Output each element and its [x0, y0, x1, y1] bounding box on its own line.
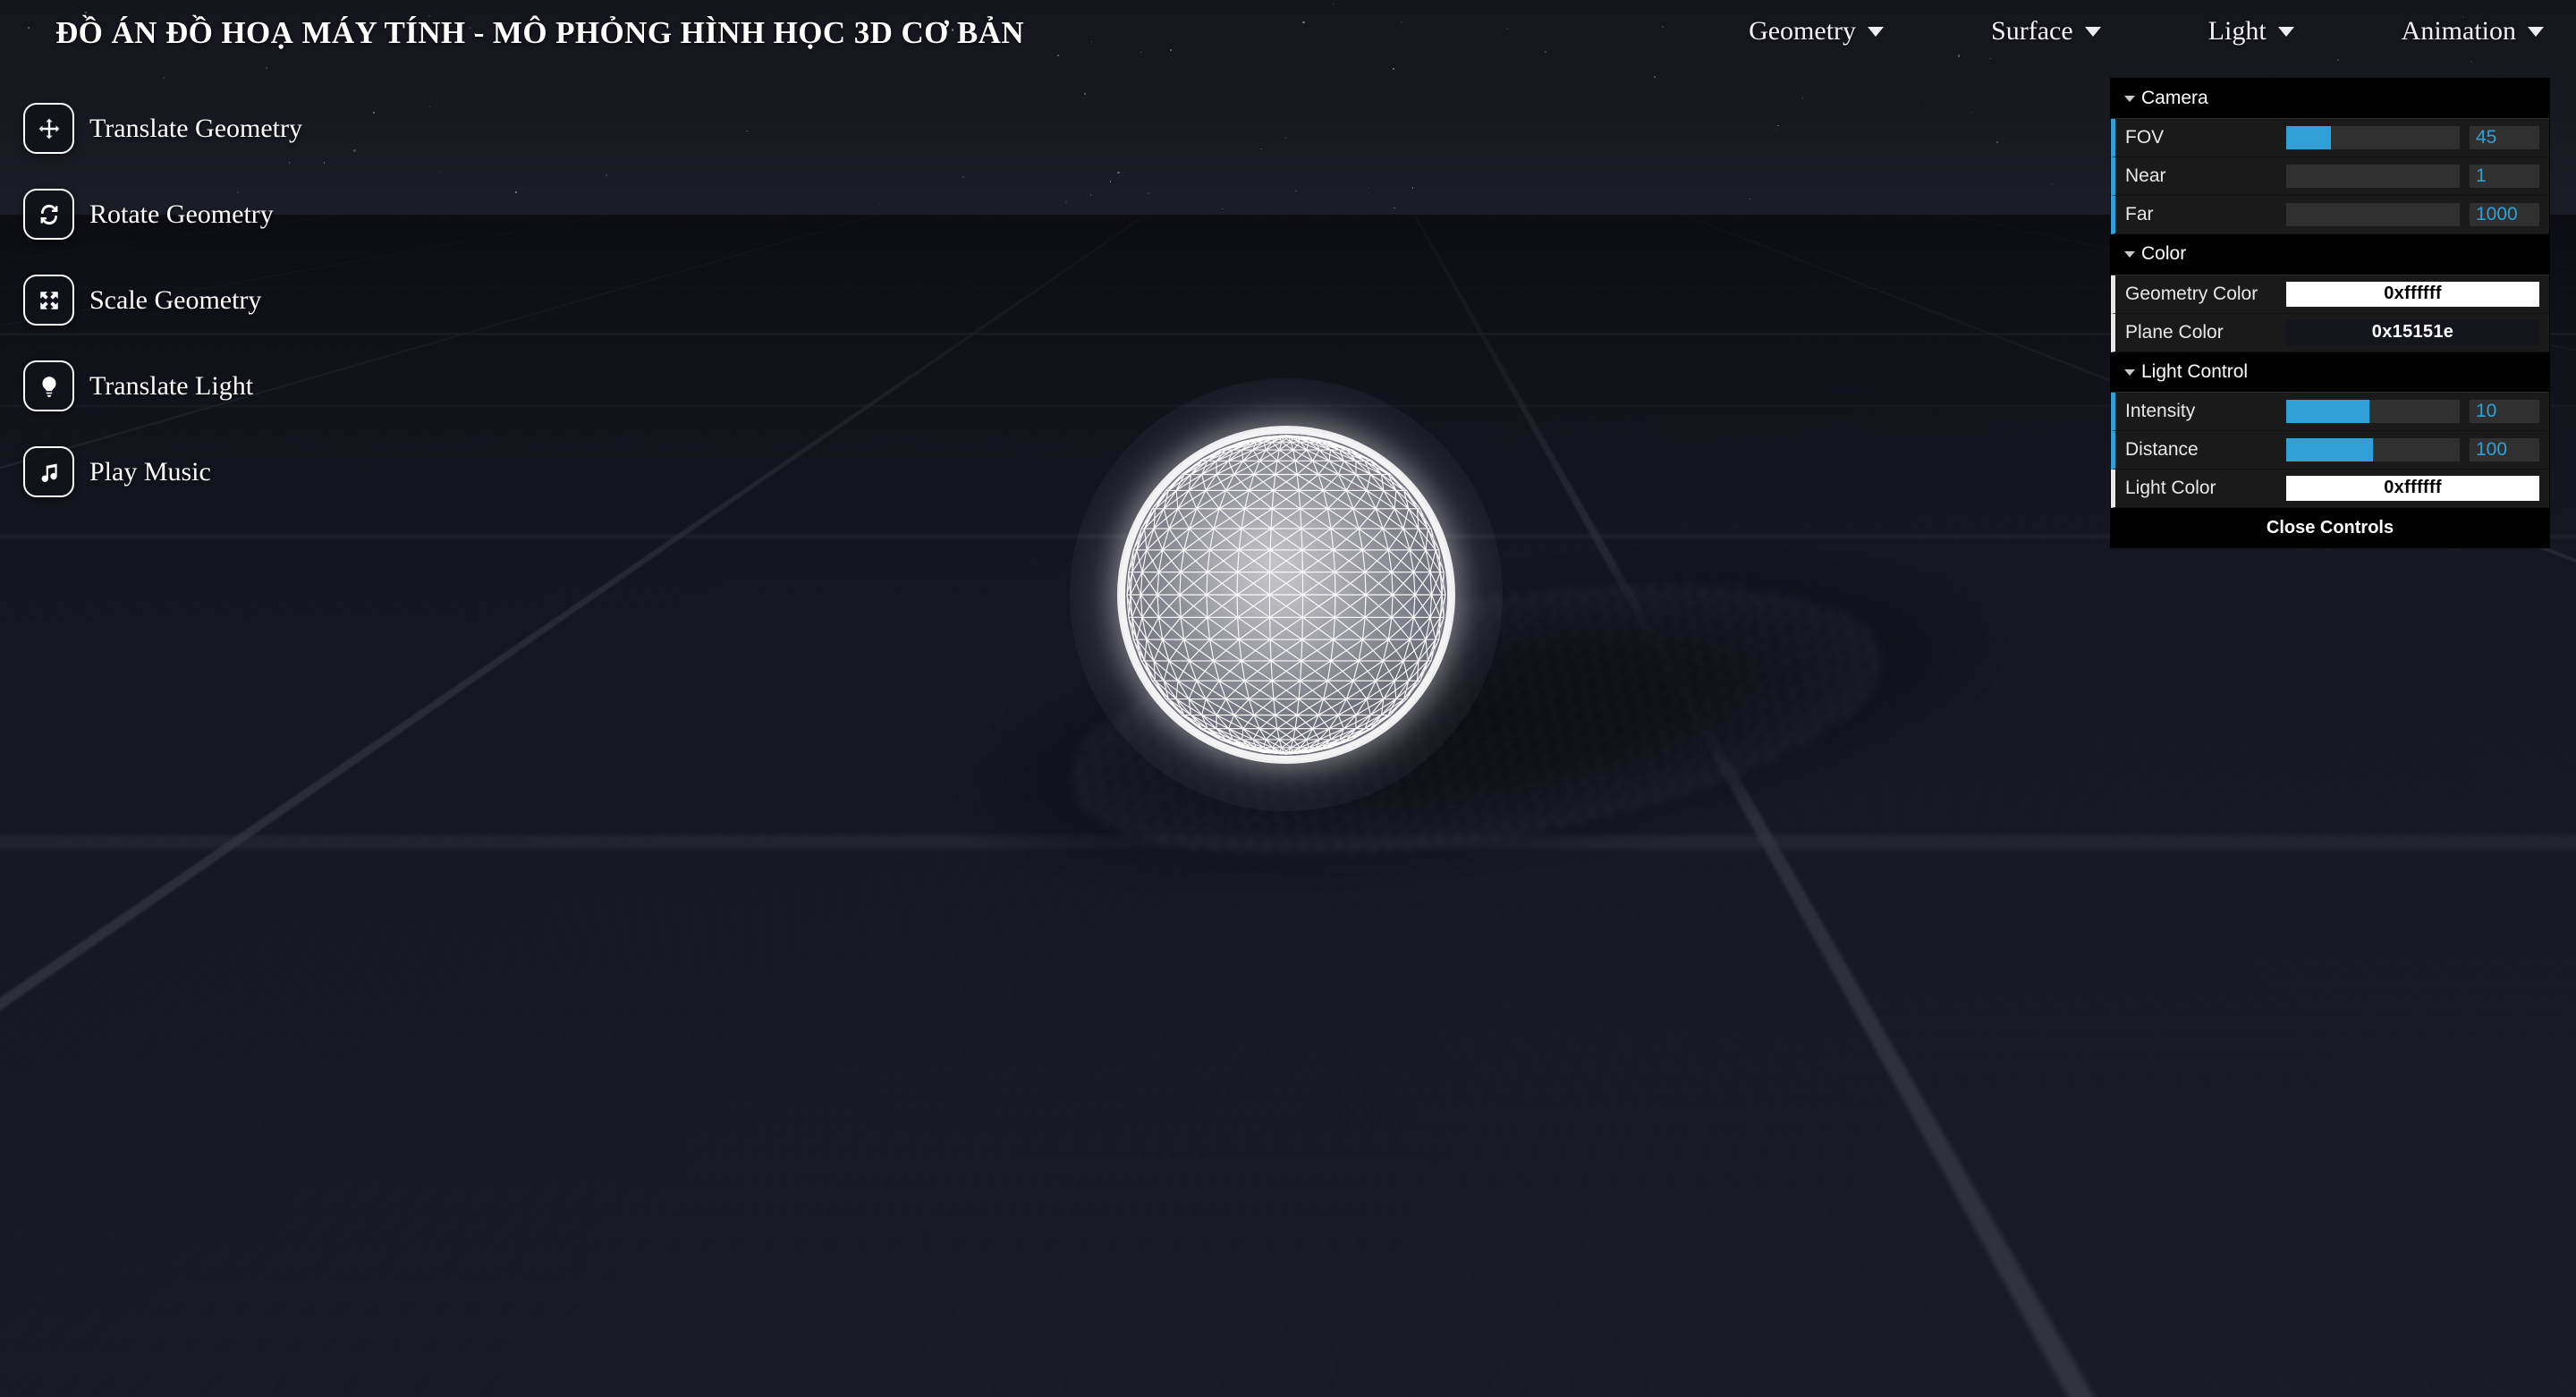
gui-value-fov[interactable]: 45 [2470, 126, 2539, 150]
gui-color-light-color[interactable]: 0xffffff [2286, 475, 2539, 501]
star [1284, 138, 1286, 139]
menu-item-label: Geometry [1749, 16, 1857, 46]
star [1411, 187, 1414, 189]
gui-row-distance[interactable]: Distance 100 [2111, 430, 2549, 470]
gui-value-far[interactable]: 1000 [2470, 203, 2539, 227]
chevron-down-icon [2528, 26, 2544, 37]
refresh-rotate-icon[interactable] [23, 189, 74, 240]
gui-slider-intensity[interactable] [2286, 399, 2460, 423]
gui-label: Near [2125, 165, 2166, 187]
gui-value-intensity[interactable]: 10 [2470, 399, 2539, 423]
gui-row-fov[interactable]: FOV 45 [2111, 119, 2549, 158]
close-controls-button[interactable]: Close Controls [2111, 507, 2549, 547]
gui-slider-far[interactable] [2286, 203, 2460, 227]
music-note-icon[interactable] [23, 446, 74, 497]
star [1302, 21, 1305, 24]
gui-row-geometry-color[interactable]: Geometry Color 0xffffff [2111, 275, 2549, 314]
star [1393, 68, 1394, 70]
tool-scale-geometry[interactable]: Scale Geometry [23, 275, 302, 326]
chevron-down-icon [2124, 251, 2135, 258]
star [1083, 92, 1086, 95]
gui-label: Distance [2125, 438, 2199, 460]
gui-folder-label: Camera [2141, 88, 2208, 108]
gui-slider-fov[interactable] [2286, 126, 2460, 150]
chevron-down-icon [2124, 368, 2135, 376]
sphere-rim-highlight [1117, 426, 1455, 764]
menu-item-geometry[interactable]: Geometry [1749, 13, 1885, 50]
menu-item-label: Light [2207, 16, 2267, 46]
tool-label: Scale Geometry [89, 284, 262, 315]
chevron-down-icon [2084, 26, 2101, 37]
tool-translate-light[interactable]: Translate Light [23, 360, 302, 411]
gui-value-distance[interactable]: 100 [2470, 437, 2539, 461]
star [1089, 194, 1091, 196]
gui-color-geometry-color[interactable]: 0xffffff [2286, 281, 2539, 307]
tool-label: Translate Geometry [89, 113, 303, 143]
move-arrows-icon[interactable] [23, 103, 74, 154]
chevron-down-icon [2277, 26, 2294, 37]
gui-folder-label: Color [2141, 243, 2187, 265]
app-root: ĐỒ ÁN ĐỒ HOẠ MÁY TÍNH - MÔ PHỎNG HÌNH HỌ… [0, 0, 2576, 1397]
star [1917, 103, 1919, 105]
star [265, 66, 267, 69]
tool-label: Rotate Geometry [89, 199, 274, 229]
menu-item-surface[interactable]: Surface [1991, 13, 2101, 50]
star [1653, 75, 1656, 78]
menu-item-label: Animation [2401, 16, 2516, 46]
tool-translate-geometry[interactable]: Translate Geometry [23, 103, 302, 154]
tool-label: Play Music [89, 456, 211, 487]
menu-item-label: Surface [1991, 16, 2073, 46]
gui-color-plane-color[interactable]: 0x15151e [2286, 319, 2539, 345]
star [1090, 40, 1092, 43]
chevron-down-icon [1868, 26, 1885, 37]
gui-row-near[interactable]: Near 1 [2111, 157, 2549, 197]
gui-row-plane-color[interactable]: Plane Color 0x15151e [2111, 313, 2549, 352]
main-menu: Geometry Surface Light Animation [1749, 13, 2544, 50]
star [515, 191, 517, 193]
star [428, 106, 430, 107]
gui-label: Light Color [2125, 477, 2216, 498]
dat-gui-panel[interactable]: Camera FOV 45 Near 1 Far 1000 Color Geometry Col… [2111, 79, 2549, 547]
star [1996, 141, 1998, 143]
star [1260, 148, 1262, 149]
lightbulb-icon[interactable] [23, 360, 74, 411]
gui-folder-label: Light Control [2141, 360, 2249, 382]
tool-rotate-geometry[interactable]: Rotate Geometry [23, 189, 302, 240]
star [1064, 201, 1067, 204]
gui-folder-light-control[interactable]: Light Control [2111, 351, 2549, 393]
star [1775, 130, 1776, 131]
gui-label: Far [2125, 204, 2154, 225]
gui-folder-camera[interactable]: Camera [2111, 79, 2549, 120]
gui-label: FOV [2125, 127, 2165, 148]
menu-item-light[interactable]: Light [2208, 13, 2294, 50]
star [1109, 181, 1111, 182]
star [1169, 48, 1172, 51]
gui-folder-color[interactable]: Color [2111, 234, 2549, 275]
chevron-down-icon [2124, 96, 2135, 103]
menu-item-animation[interactable]: Animation [2402, 13, 2544, 50]
gui-row-far[interactable]: Far 1000 [2111, 196, 2549, 235]
gui-row-light-color[interactable]: Light Color 0xffffff [2111, 469, 2549, 508]
gui-row-intensity[interactable]: Intensity 10 [2111, 392, 2549, 431]
tool-label: Translate Light [89, 370, 254, 401]
gui-label: Geometry Color [2125, 283, 2258, 304]
star [1295, 190, 1297, 191]
star [353, 149, 356, 152]
page-title: ĐỒ ÁN ĐỒ HOẠ MÁY TÍNH - MÔ PHỎNG HÌNH HỌ… [55, 15, 1025, 50]
tool-play-music[interactable]: Play Music [23, 446, 302, 497]
gui-slider-near[interactable] [2286, 165, 2460, 189]
gui-value-near[interactable]: 1 [2470, 165, 2539, 189]
star [605, 174, 607, 177]
gui-label: Plane Color [2125, 321, 2224, 343]
expand-arrows-icon[interactable] [23, 275, 74, 326]
gui-slider-distance[interactable] [2286, 437, 2460, 461]
tool-sidebar: Translate Geometry Rotate Geometry Scale G… [23, 103, 302, 532]
gui-label: Intensity [2125, 400, 2196, 421]
wireframe-sphere[interactable] [1070, 378, 1503, 811]
